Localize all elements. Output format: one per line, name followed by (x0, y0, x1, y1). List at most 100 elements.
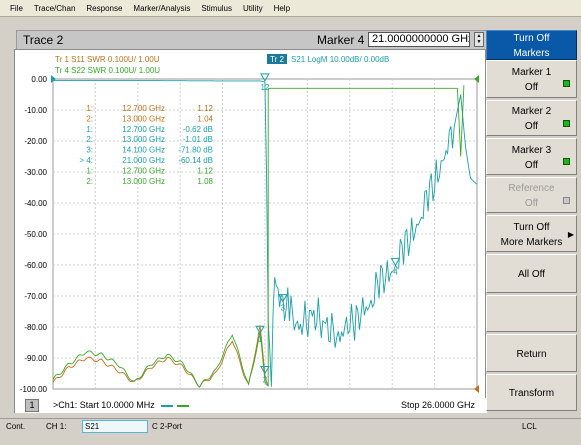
marker-number-label: 3 (281, 304, 286, 313)
active-marker-label: Marker 4 (317, 33, 365, 47)
y-tick-label: -20.00 (24, 137, 47, 146)
menu-bar: File Trace/Chan Response Marker/Analysis… (0, 0, 581, 17)
y-tick-label: -60.00 (24, 261, 47, 270)
softkey-label: All Off (517, 269, 546, 280)
softkey-label: Turn Off (513, 33, 550, 44)
plot-canvas[interactable]: 0.00 -10.00 -20.00 -30.00 -40.00 -50.00 -60.00… (15, 50, 485, 399)
y-tick-label: -10.00 (24, 106, 47, 115)
softkey-turn-off-more-markers-button[interactable]: Turn Off More Markers ▶ (486, 215, 577, 252)
softkey-label: Transform (508, 388, 555, 399)
y-tick-label: -70.00 (24, 292, 47, 301)
status-active-parameter: S21 (85, 422, 100, 431)
menu-utility[interactable]: Utility (237, 4, 268, 13)
measurement-plot[interactable]: 0.00 -10.00 -20.00 -30.00 -40.00 -50.00 -60.00… (14, 49, 487, 413)
y-tick-label: -40.00 (24, 199, 47, 208)
softkey-marker-2-off-button[interactable]: Marker 2 Off (486, 100, 577, 136)
softkey-label: Marker 1 (511, 67, 552, 78)
plot-grid (52, 78, 478, 390)
menu-file[interactable]: File (0, 4, 28, 13)
status-channel: CH 1: (46, 422, 67, 431)
marker-readout-index: 2: (86, 177, 93, 186)
marker-readout-value: 1.04 (197, 114, 213, 123)
trace-header: Trace 2 Marker 4 21.0000000000 GHz ▲ ▼ (16, 30, 488, 50)
marker-frequency-spinner[interactable]: ▲ ▼ (474, 32, 484, 47)
softkey-all-off-button[interactable]: All Off (486, 254, 577, 293)
y-tick-label: -100.00 (20, 385, 48, 394)
menu-response[interactable]: Response (80, 4, 127, 13)
y-tick-label: -90.00 (24, 354, 47, 363)
marker-readout-index: 3: (86, 146, 93, 155)
stop-frequency[interactable]: Stop 26.0000 GHz (401, 400, 475, 410)
menu-trace-chan[interactable]: Trace/Chan (28, 4, 81, 13)
marker-readout-value: 1.12 (197, 104, 213, 113)
softkey-label: More Markers (500, 236, 563, 248)
softkey-blank-button (486, 295, 577, 332)
trace-legend-entry: S21 LogM 10.00dB/ 0.00dB (291, 55, 389, 64)
trace-legend: Tr 1 S11 SWR 0.100U/ 1.00U Tr 4 S22 SWR 0… (55, 54, 389, 75)
softkey-label: Return (516, 348, 547, 360)
led-on-icon (563, 158, 570, 165)
marker-readout-frequency: 12.700 GHz (122, 104, 165, 113)
marker-readout-value: -71.80 dB (178, 146, 213, 155)
status-lcl: LCL (522, 422, 537, 431)
marker-readout-index: 2: (86, 135, 93, 144)
led-on-icon (563, 120, 570, 127)
menu-marker-analysis[interactable]: Marker/Analysis (127, 4, 195, 13)
softkey-reference-off-button[interactable]: Reference Off (486, 177, 577, 213)
softkey-marker-3-off-button[interactable]: Marker 3 Off (486, 138, 577, 175)
trace-legend-entry: Tr 1 S11 SWR 0.100U/ 1.00U (55, 55, 160, 64)
y-tick-label: -80.00 (24, 323, 47, 332)
softkey-turn-off-markers-button[interactable]: Turn Off Markers (486, 30, 577, 60)
menu-stimulus[interactable]: Stimulus (195, 4, 237, 13)
marker-readout-frequency: 12.700 GHz (122, 125, 165, 134)
trace-color-dash-green (177, 405, 189, 407)
channel-footer: 1 >Ch1: Start 10.0000 MHz Stop 26.0000 G… (15, 398, 487, 413)
marker-frequency-input[interactable]: 21.0000000000 GHz (368, 32, 470, 47)
status-bar: Cont. CH 1: S21 C 2-Port LCL (0, 418, 581, 434)
submenu-arrow-icon: ▶ (567, 230, 574, 239)
marker-readout-index: 2: (86, 114, 93, 123)
marker-readout-index: > 4: (79, 156, 93, 165)
marker-readout-frequency: 21.000 GHz (122, 156, 165, 165)
active-trace-badge-label: Tr 2 (270, 55, 284, 64)
y-tick-label: -50.00 (24, 230, 47, 239)
status-calibration: C 2-Port (152, 422, 182, 431)
marker-readout-frequency: 13.000 GHz (122, 177, 165, 186)
marker-number-label: 4 (393, 267, 398, 276)
marker-readout-value: -1.01 dB (183, 135, 213, 144)
led-on-icon (563, 80, 570, 87)
status-sweep-mode: Cont. (6, 422, 26, 431)
softkey-label: Marker 3 (511, 144, 552, 156)
softkey-label: Turn Off (513, 221, 550, 233)
menu-help[interactable]: Help (268, 4, 295, 13)
softkey-label: Markers (513, 48, 550, 59)
channel-number-badge[interactable]: 1 (25, 399, 39, 412)
marker-readout-frequency: 13.000 GHz (122, 135, 165, 144)
marker-readout-value: 1.08 (197, 177, 213, 186)
marker-number-label: 2 (263, 376, 268, 385)
softkey-transform-button[interactable]: Transform (486, 374, 577, 411)
marker-readout-value: -60.14 dB (178, 156, 213, 165)
softkey-label: Marker 2 (511, 106, 552, 117)
marker-readout-index: 1: (86, 125, 93, 134)
spin-down-icon[interactable]: ▼ (475, 39, 483, 45)
trace-color-dash-blue (161, 405, 173, 407)
y-tick-label: -30.00 (24, 168, 47, 177)
marker-readout-frequency: 14.100 GHz (122, 146, 165, 155)
y-tick-label: 0.00 (31, 75, 47, 84)
trace-legend-entry: Tr 4 S22 SWR 0.100U/ 1.00U (55, 66, 160, 75)
marker-readout-value: 1.12 (197, 166, 213, 175)
softkey-marker-1-off-button[interactable]: Marker 1 Off (486, 60, 577, 98)
marker-number-label: 1 (258, 335, 263, 344)
marker-readout-frequency: 13.000 GHz (122, 114, 165, 123)
trace-title: Trace 2 (23, 33, 64, 47)
marker-readout-index: 1: (86, 166, 93, 175)
start-frequency[interactable]: >Ch1: Start 10.0000 MHz (53, 400, 155, 410)
softkey-return-button[interactable]: Return (486, 334, 577, 372)
marker-number-label: 12 (260, 83, 269, 92)
led-off-icon (563, 197, 570, 204)
softkey-label: Reference (508, 183, 555, 194)
marker-readout-value: -0.62 dB (183, 125, 213, 134)
marker-readout-index: 1: (86, 104, 93, 113)
marker-readout-frequency: 12.700 GHz (122, 166, 165, 175)
